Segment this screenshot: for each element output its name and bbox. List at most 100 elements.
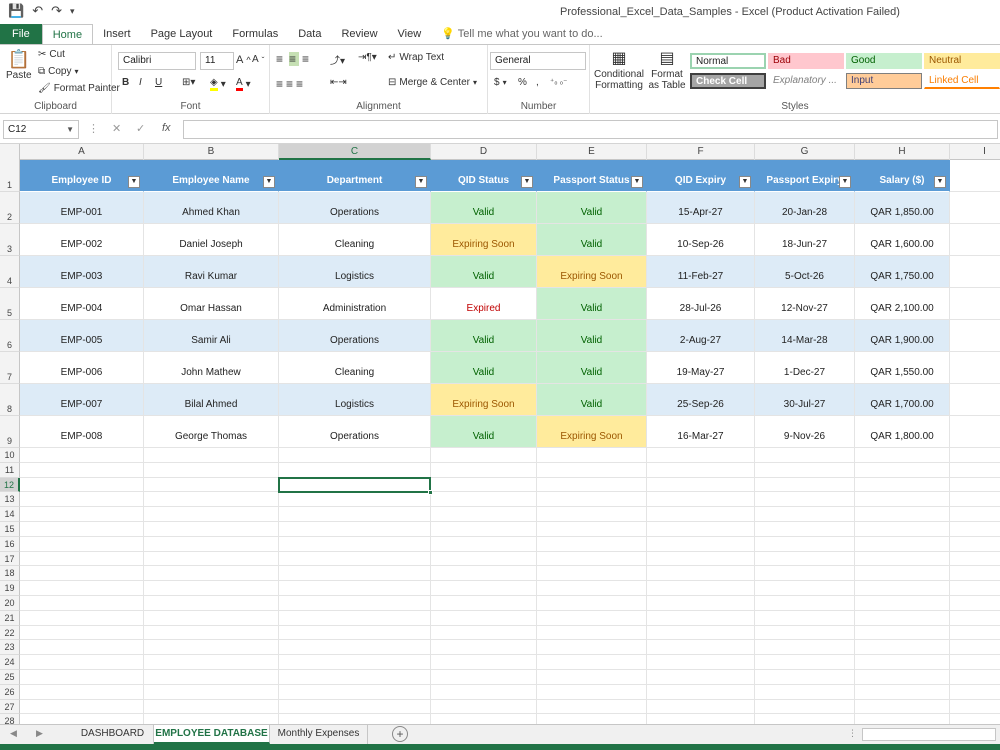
table-cell[interactable]: Ravi Kumar (144, 256, 279, 288)
table-cell[interactable]: 10-Sep-26 (647, 224, 755, 256)
empty-cell[interactable] (647, 507, 755, 522)
copy-button[interactable]: ⧉ Copy ▾ (38, 66, 79, 77)
empty-cell[interactable] (647, 492, 755, 508)
shrink-font-icon[interactable]: Aˇ (252, 54, 264, 65)
table-cell[interactable]: Daniel Joseph (144, 224, 279, 256)
empty-cell[interactable] (950, 463, 1000, 478)
table-cell[interactable]: QAR 1,600.00 (855, 224, 950, 256)
empty-cell[interactable] (950, 448, 1000, 463)
empty-cell[interactable] (950, 670, 1000, 685)
merge-center-button[interactable]: ⊟ Merge & Center ▾ (388, 77, 477, 88)
decimal-icons[interactable]: ⁺₀ ₀⁻ (550, 77, 567, 86)
table-cell[interactable]: Expiring Soon (431, 384, 537, 416)
insert-function-icon[interactable]: fx (162, 122, 171, 134)
table-cell[interactable]: Valid (537, 288, 647, 320)
empty-cell[interactable] (144, 492, 279, 508)
empty-cell[interactable] (537, 596, 647, 611)
empty-cell[interactable] (950, 552, 1000, 567)
comma-button[interactable]: , (536, 77, 539, 88)
empty-cell[interactable] (855, 684, 950, 700)
empty-cell[interactable] (950, 537, 1000, 552)
empty-cell[interactable] (144, 610, 279, 626)
empty-cell[interactable] (20, 566, 144, 582)
table-cell[interactable]: Valid (431, 320, 537, 352)
row-header[interactable]: 11 (0, 462, 20, 478)
column-header-d[interactable]: D (431, 144, 537, 160)
table-cell[interactable]: Valid (537, 192, 647, 224)
row-header[interactable]: 13 (0, 492, 20, 508)
worksheet-grid[interactable]: A B C D E F G H I 1 2 3 4 5 6 7 8 9 10 11 12 13 14 15 16 17 18 19 20… (0, 144, 1000, 724)
conditional-formatting-button[interactable]: ▦ Conditional Formatting (594, 49, 644, 91)
table-cell[interactable]: Expired (431, 288, 537, 320)
empty-cell[interactable] (647, 625, 755, 641)
column-header-g[interactable]: G (755, 144, 855, 160)
table-cell[interactable]: Samir Ali (144, 320, 279, 352)
column-header-c[interactable]: C (279, 144, 431, 160)
empty-cell[interactable] (855, 551, 950, 567)
empty-cell[interactable] (755, 551, 855, 567)
table-cell[interactable]: QAR 1,750.00 (855, 256, 950, 288)
table-cell[interactable]: 1-Dec-27 (755, 352, 855, 384)
empty-cell[interactable] (279, 581, 431, 596)
empty-cell[interactable] (950, 320, 1000, 352)
empty-cell[interactable] (144, 625, 279, 641)
row-header[interactable]: 25 (0, 670, 20, 685)
filter-dropdown-icon[interactable]: ▼ (739, 176, 751, 188)
empty-cell[interactable] (144, 536, 279, 552)
empty-cell[interactable] (431, 522, 537, 537)
table-cell[interactable]: 20-Jan-28 (755, 192, 855, 224)
empty-cell[interactable] (755, 655, 855, 670)
indent-icon[interactable]: ⇥¶▾ (358, 52, 377, 63)
format-as-table-button[interactable]: ▤ Format as Table (646, 49, 688, 91)
empty-cell[interactable] (755, 610, 855, 626)
empty-cell[interactable] (755, 566, 855, 582)
vertical-align-icons[interactable]: ≡ ≡ ≡ (276, 52, 312, 66)
row-header[interactable]: 15 (0, 522, 20, 537)
empty-cell[interactable] (855, 492, 950, 508)
empty-cell[interactable] (950, 224, 1000, 256)
tab-page-layout[interactable]: Page Layout (141, 24, 223, 44)
underline-button[interactable]: U (155, 77, 162, 88)
table-cell[interactable]: Valid (537, 320, 647, 352)
empty-cell[interactable] (755, 670, 855, 685)
empty-cell[interactable] (431, 625, 537, 641)
table-cell[interactable]: 15-Apr-27 (647, 192, 755, 224)
table-cell[interactable]: Operations (279, 416, 431, 448)
empty-cell[interactable] (647, 610, 755, 626)
empty-cell[interactable] (950, 611, 1000, 626)
empty-cell[interactable] (279, 448, 431, 463)
table-cell[interactable]: EMP-008 (20, 416, 144, 448)
empty-cell[interactable] (537, 551, 647, 567)
row-header[interactable]: 24 (0, 655, 20, 670)
empty-cell[interactable] (279, 462, 431, 478)
row-header[interactable]: 1 (0, 160, 20, 192)
table-cell[interactable]: 25-Sep-26 (647, 384, 755, 416)
empty-cell[interactable] (144, 566, 279, 582)
wrap-text-button[interactable]: ↵ Wrap Text (388, 52, 444, 63)
row-header[interactable]: 21 (0, 610, 20, 626)
empty-cell[interactable] (950, 626, 1000, 641)
empty-cell[interactable] (20, 581, 144, 596)
empty-cell[interactable] (279, 714, 431, 724)
empty-cell[interactable] (855, 670, 950, 685)
style-bad[interactable]: Bad (768, 53, 844, 69)
empty-cell[interactable] (144, 507, 279, 522)
empty-cell[interactable] (950, 640, 1000, 656)
horizontal-align-icons[interactable]: ≡≡≡ (276, 77, 306, 91)
empty-cell[interactable] (950, 352, 1000, 384)
empty-cell[interactable] (950, 714, 1000, 724)
empty-cell[interactable] (537, 522, 647, 537)
empty-cell[interactable] (647, 684, 755, 700)
empty-cell[interactable] (855, 596, 950, 611)
empty-cell[interactable] (431, 655, 537, 670)
empty-cell[interactable] (950, 581, 1000, 596)
tab-home[interactable]: Home (41, 24, 94, 44)
row-header[interactable]: 4 (0, 256, 20, 288)
empty-cell[interactable] (537, 670, 647, 685)
empty-cell[interactable] (647, 670, 755, 685)
table-cell[interactable]: Expiring Soon (537, 416, 647, 448)
empty-cell[interactable] (431, 448, 537, 463)
empty-cell[interactable] (144, 596, 279, 611)
empty-cell[interactable] (647, 462, 755, 478)
row-header[interactable]: 12 (0, 477, 20, 493)
